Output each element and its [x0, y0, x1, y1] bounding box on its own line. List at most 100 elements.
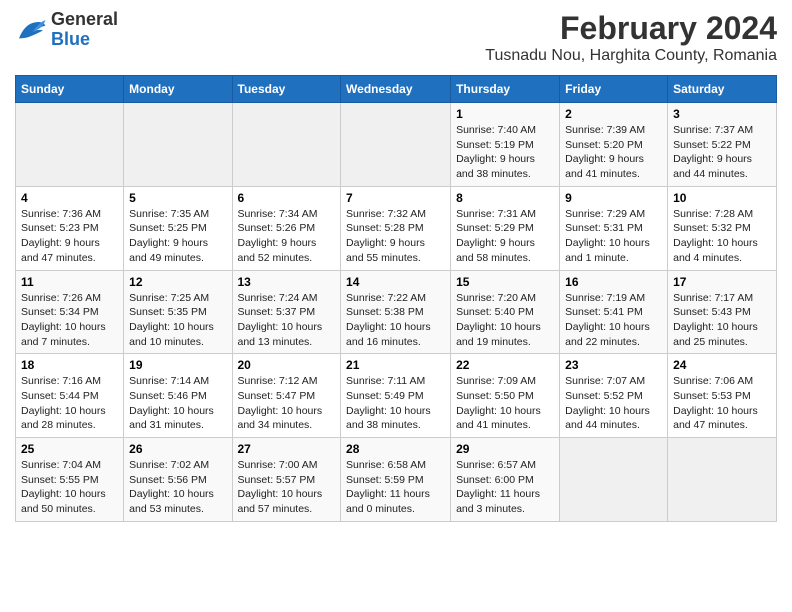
day-number: 11	[21, 275, 118, 289]
day-info: Sunrise: 7:37 AM Sunset: 5:22 PM Dayligh…	[673, 123, 771, 182]
day-number: 23	[565, 358, 662, 372]
calendar-header-thursday: Thursday	[451, 76, 560, 103]
calendar-cell: 21 Sunrise: 7:11 AM Sunset: 5:49 PM Dayli…	[341, 354, 451, 438]
calendar-cell: 29Sunrise: 6:57 AM Sunset: 6:00 PM Dayli…	[451, 438, 560, 522]
day-number: 7	[346, 191, 445, 205]
day-info: Sunrise: 7:29 AM Sunset: 5:31 PM Dayligh…	[565, 207, 662, 266]
calendar-cell: 8Sunrise: 7:31 AM Sunset: 5:29 PM Daylig…	[451, 186, 560, 270]
header: General Blue February 2024 Tusnadu Nou, …	[15, 10, 777, 65]
day-info: Sunrise: 7:17 AM Sunset: 5:43 PM Dayligh…	[673, 291, 771, 350]
calendar-cell: 20 Sunrise: 7:12 AM Sunset: 5:47 PM Dayli…	[232, 354, 341, 438]
day-number: 14	[346, 275, 445, 289]
logo-icon	[15, 16, 47, 44]
day-info: Sunrise: 7:02 AM Sunset: 5:56 PM Dayligh…	[129, 458, 226, 517]
day-number: 25	[21, 442, 118, 456]
calendar-cell: 23 Sunrise: 7:07 AM Sunset: 5:52 PM Dayli…	[560, 354, 668, 438]
day-info: Sunrise: 7:40 AM Sunset: 5:19 PM Dayligh…	[456, 123, 554, 182]
calendar-cell: 2 Sunrise: 7:39 AM Sunset: 5:20 PM Daylig…	[560, 103, 668, 187]
calendar-cell: 3 Sunrise: 7:37 AM Sunset: 5:22 PM Daylig…	[668, 103, 777, 187]
calendar-cell: 16 Sunrise: 7:19 AM Sunset: 5:41 PM Dayli…	[560, 270, 668, 354]
calendar-header-friday: Friday	[560, 76, 668, 103]
day-info: Sunrise: 7:11 AM Sunset: 5:49 PM Dayligh…	[346, 374, 445, 433]
day-info: Sunrise: 7:34 AM Sunset: 5:26 PM Dayligh…	[238, 207, 336, 266]
calendar-cell: 14 Sunrise: 7:22 AM Sunset: 5:38 PM Dayli…	[341, 270, 451, 354]
day-info: Sunrise: 7:26 AM Sunset: 5:34 PM Dayligh…	[21, 291, 118, 350]
day-number: 2	[565, 107, 662, 121]
calendar-cell	[341, 103, 451, 187]
day-number: 27	[238, 442, 336, 456]
day-number: 21	[346, 358, 445, 372]
calendar-cell: 6Sunrise: 7:34 AM Sunset: 5:26 PM Daylig…	[232, 186, 341, 270]
day-info: Sunrise: 6:58 AM Sunset: 5:59 PM Dayligh…	[346, 458, 445, 517]
day-number: 20	[238, 358, 336, 372]
day-info: Sunrise: 7:00 AM Sunset: 5:57 PM Dayligh…	[238, 458, 336, 517]
calendar-cell: 18Sunrise: 7:16 AM Sunset: 5:44 PM Dayli…	[16, 354, 124, 438]
day-info: Sunrise: 7:24 AM Sunset: 5:37 PM Dayligh…	[238, 291, 336, 350]
calendar-header-row: SundayMondayTuesdayWednesdayThursdayFrid…	[16, 76, 777, 103]
logo-blue: Blue	[51, 30, 118, 50]
calendar-header-monday: Monday	[124, 76, 232, 103]
day-number: 13	[238, 275, 336, 289]
day-info: Sunrise: 7:35 AM Sunset: 5:25 PM Dayligh…	[129, 207, 226, 266]
calendar-cell: 26 Sunrise: 7:02 AM Sunset: 5:56 PM Dayli…	[124, 438, 232, 522]
calendar-cell	[232, 103, 341, 187]
calendar-cell	[560, 438, 668, 522]
calendar-cell: 22 Sunrise: 7:09 AM Sunset: 5:50 PM Dayli…	[451, 354, 560, 438]
day-info: Sunrise: 7:14 AM Sunset: 5:46 PM Dayligh…	[129, 374, 226, 433]
calendar-cell: 17Sunrise: 7:17 AM Sunset: 5:43 PM Dayli…	[668, 270, 777, 354]
calendar-body: 1Sunrise: 7:40 AM Sunset: 5:19 PM Daylig…	[16, 103, 777, 522]
logo: General Blue	[15, 10, 118, 50]
calendar-cell: 12Sunrise: 7:25 AM Sunset: 5:35 PM Dayli…	[124, 270, 232, 354]
day-info: Sunrise: 7:16 AM Sunset: 5:44 PM Dayligh…	[21, 374, 118, 433]
calendar-header-sunday: Sunday	[16, 76, 124, 103]
day-info: Sunrise: 7:32 AM Sunset: 5:28 PM Dayligh…	[346, 207, 445, 266]
calendar-cell: 7 Sunrise: 7:32 AM Sunset: 5:28 PM Daylig…	[341, 186, 451, 270]
day-number: 22	[456, 358, 554, 372]
day-number: 15	[456, 275, 554, 289]
calendar-table: SundayMondayTuesdayWednesdayThursdayFrid…	[15, 75, 777, 522]
calendar-header-saturday: Saturday	[668, 76, 777, 103]
calendar-cell	[16, 103, 124, 187]
day-info: Sunrise: 7:39 AM Sunset: 5:20 PM Dayligh…	[565, 123, 662, 182]
day-info: Sunrise: 7:06 AM Sunset: 5:53 PM Dayligh…	[673, 374, 771, 433]
day-number: 9	[565, 191, 662, 205]
calendar-cell: 9 Sunrise: 7:29 AM Sunset: 5:31 PM Daylig…	[560, 186, 668, 270]
calendar-cell: 15 Sunrise: 7:20 AM Sunset: 5:40 PM Dayli…	[451, 270, 560, 354]
day-info: Sunrise: 7:20 AM Sunset: 5:40 PM Dayligh…	[456, 291, 554, 350]
day-info: Sunrise: 7:07 AM Sunset: 5:52 PM Dayligh…	[565, 374, 662, 433]
day-number: 12	[129, 275, 226, 289]
logo-general: General	[51, 10, 118, 30]
title-section: February 2024 Tusnadu Nou, Harghita Coun…	[485, 10, 777, 65]
calendar-cell: 19 Sunrise: 7:14 AM Sunset: 5:46 PM Dayli…	[124, 354, 232, 438]
day-number: 28	[346, 442, 445, 456]
calendar-week-row: 4Sunrise: 7:36 AM Sunset: 5:23 PM Daylig…	[16, 186, 777, 270]
calendar-cell: 27 Sunrise: 7:00 AM Sunset: 5:57 PM Dayli…	[232, 438, 341, 522]
day-number: 29	[456, 442, 554, 456]
day-number: 3	[673, 107, 771, 121]
calendar-cell	[124, 103, 232, 187]
day-number: 8	[456, 191, 554, 205]
day-number: 16	[565, 275, 662, 289]
calendar-week-row: 1Sunrise: 7:40 AM Sunset: 5:19 PM Daylig…	[16, 103, 777, 187]
calendar-cell: 5 Sunrise: 7:35 AM Sunset: 5:25 PM Daylig…	[124, 186, 232, 270]
day-number: 19	[129, 358, 226, 372]
day-number: 10	[673, 191, 771, 205]
calendar-cell: 13 Sunrise: 7:24 AM Sunset: 5:37 PM Dayli…	[232, 270, 341, 354]
day-info: Sunrise: 7:12 AM Sunset: 5:47 PM Dayligh…	[238, 374, 336, 433]
day-info: Sunrise: 7:19 AM Sunset: 5:41 PM Dayligh…	[565, 291, 662, 350]
day-number: 26	[129, 442, 226, 456]
day-info: Sunrise: 7:22 AM Sunset: 5:38 PM Dayligh…	[346, 291, 445, 350]
calendar-header-tuesday: Tuesday	[232, 76, 341, 103]
calendar-cell: 25Sunrise: 7:04 AM Sunset: 5:55 PM Dayli…	[16, 438, 124, 522]
day-info: Sunrise: 7:09 AM Sunset: 5:50 PM Dayligh…	[456, 374, 554, 433]
day-info: Sunrise: 7:36 AM Sunset: 5:23 PM Dayligh…	[21, 207, 118, 266]
calendar-cell: 11 Sunrise: 7:26 AM Sunset: 5:34 PM Dayli…	[16, 270, 124, 354]
calendar-week-row: 11 Sunrise: 7:26 AM Sunset: 5:34 PM Dayli…	[16, 270, 777, 354]
day-number: 24	[673, 358, 771, 372]
day-number: 5	[129, 191, 226, 205]
day-info: Sunrise: 7:28 AM Sunset: 5:32 PM Dayligh…	[673, 207, 771, 266]
page-title: February 2024	[485, 10, 777, 47]
calendar-week-row: 18Sunrise: 7:16 AM Sunset: 5:44 PM Dayli…	[16, 354, 777, 438]
calendar-cell	[668, 438, 777, 522]
calendar-cell: 1Sunrise: 7:40 AM Sunset: 5:19 PM Daylig…	[451, 103, 560, 187]
